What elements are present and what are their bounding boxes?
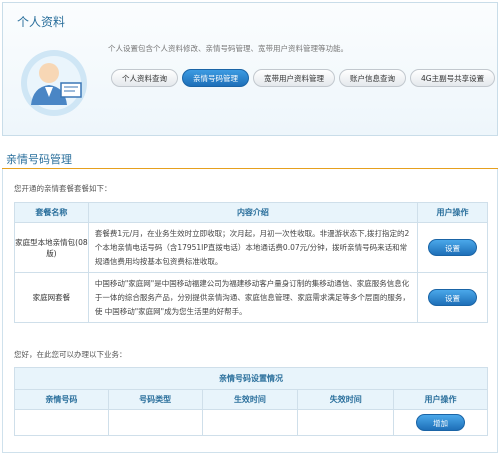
column-header-family-number: 亲情号码 [14,389,109,410]
page-description: 个人设置包含个人资料修改、亲情号码管理、宽带用户资料管理等功能。 [108,44,348,53]
column-header-number-type: 号码类型 [107,389,203,410]
table-row: 家庭网套餐 中国移动"家庭网"是中国移动福建公司为福建移动客户量身订制的集移动通… [14,272,488,323]
profile-tabs: 个人资料查询 亲情号码管理 宽带用户资料管理 账户信息查询 4G主副号共享设置 [111,69,499,89]
package-table: 套餐名称 内容介绍 用户操作 家庭型本地亲情包(08版) 套餐费1元/月，在业务… [14,202,488,323]
handle-note: 您好，在此您可以办理以下业务： [14,350,127,359]
column-header-effective-time: 生效时间 [201,389,299,410]
tab-family-numbers[interactable]: 亲情号码管理 [182,69,249,87]
family-number-table: 亲情号码设置情况 亲情号码 号码类型 生效时间 失效时间 用户操作 增加 [14,367,488,436]
empty-cell [297,409,395,436]
settings-button[interactable]: 设置 [428,239,478,256]
column-header-package-name: 套餐名称 [14,202,89,223]
package-name: 家庭网套餐 [14,272,89,323]
tab-4g-sharing[interactable]: 4G主副号共享设置 [410,69,496,87]
column-header-action: 用户操作 [393,389,488,410]
tab-account-info[interactable]: 账户信息查询 [339,69,406,87]
table-row: 增加 [14,409,488,436]
subscribed-note: 您开通的亲情套餐套餐如下： [14,184,112,193]
profile-header: 个人资料 个人设置包含个人资料修改、亲情号码管理、宽带用户资料管理等功能。 个人… [2,2,498,136]
package-name: 家庭型本地亲情包(08版) [14,222,89,273]
column-header-expiry-time: 失效时间 [297,389,395,410]
settings-button[interactable]: 设置 [428,289,478,306]
page-title: 个人资料 [17,15,66,29]
column-header-action: 用户操作 [417,202,488,223]
user-avatar-icon [21,50,87,116]
package-description: 套餐费1元/月，在业务生效时立即收取；次月起，月初一次性收取。非漫游状态下,拨打… [87,222,419,273]
empty-cell [201,409,299,436]
package-description: 中国移动"家庭网"是中国移动福建公司为福建移动客户量身订制的集移动通信、家庭服务… [87,272,419,323]
empty-cell [107,409,203,436]
empty-cell [14,409,109,436]
table-row: 家庭型本地亲情包(08版) 套餐费1元/月，在业务生效时立即收取；次月起，月初一… [14,222,488,273]
table-caption: 亲情号码设置情况 [14,367,488,390]
tab-profile-query[interactable]: 个人资料查询 [111,69,178,87]
section-title: 亲情号码管理 [6,153,72,166]
add-button[interactable]: 增加 [416,414,466,431]
tab-broadband-profile[interactable]: 宽带用户资料管理 [253,69,335,87]
column-header-description: 内容介绍 [87,202,419,223]
